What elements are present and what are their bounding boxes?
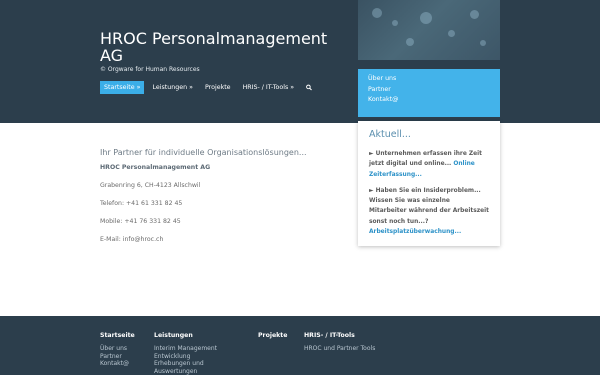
main-nav: Startseite » Leistungen » Projekte HRIS-… bbox=[100, 81, 316, 94]
footer-link[interactable]: Auswertungen bbox=[154, 368, 217, 375]
news-box: Aktuell... ► Unternehmen erfassen ihre Z… bbox=[358, 121, 500, 246]
nav-item-hris-tools[interactable]: HRIS- / IT-Tools » bbox=[239, 81, 299, 94]
footer-heading[interactable]: Projekte bbox=[258, 332, 287, 339]
news-item: ► Unternehmen erfassen ihre Zeit jetzt d… bbox=[369, 149, 489, 180]
news-title: Aktuell... bbox=[369, 129, 411, 140]
news-item: ► Haben Sie ein Insiderproblem... Wissen… bbox=[369, 186, 489, 237]
footer-link[interactable]: Über uns bbox=[100, 345, 135, 353]
footer-link[interactable]: HROC und Partner Tools bbox=[304, 345, 375, 353]
footer-link[interactable]: Partner bbox=[100, 353, 135, 361]
side-link-kontakt[interactable]: Kontakt@ bbox=[368, 95, 490, 106]
site-title[interactable]: HROC Personalmanagement AG bbox=[100, 30, 340, 64]
footer-heading[interactable]: Startseite bbox=[100, 332, 135, 339]
site-subtitle: © Orgware for Human Resources bbox=[100, 66, 200, 73]
phone-text: Telefon: +41 61 331 82 45 bbox=[100, 200, 183, 207]
search-button[interactable] bbox=[302, 81, 316, 94]
footer: Startseite Über uns Partner Kontakt@ Lei… bbox=[0, 316, 600, 375]
header: HROC Personalmanagement AG © Orgware for… bbox=[0, 0, 600, 123]
nav-item-startseite[interactable]: Startseite » bbox=[100, 81, 145, 94]
side-links-box: Über uns Partner Kontakt@ bbox=[358, 69, 500, 117]
mobile-text: Mobile: +41 76 331 82 45 bbox=[100, 218, 181, 225]
side-link-partner[interactable]: Partner bbox=[368, 85, 490, 96]
page-heading: Ihr Partner für individuelle Organisatio… bbox=[100, 148, 307, 157]
footer-link[interactable]: Entwicklung bbox=[154, 353, 217, 361]
search-icon bbox=[306, 84, 313, 91]
news-item-text: ► Haben Sie ein Insiderproblem... Wissen… bbox=[369, 187, 489, 225]
main-content: Ihr Partner für individuelle Organisatio… bbox=[100, 148, 350, 254]
hero-image bbox=[358, 0, 500, 60]
email-text: E-Mail: info@hroc.ch bbox=[100, 236, 164, 243]
footer-heading[interactable]: Leistungen bbox=[154, 332, 217, 339]
footer-col-hris-tools: HRIS- / IT-Tools HROC und Partner Tools bbox=[304, 332, 375, 353]
footer-col-startseite: Startseite Über uns Partner Kontakt@ bbox=[100, 332, 135, 368]
footer-link[interactable]: Erhebungen und bbox=[154, 360, 217, 368]
footer-link[interactable]: Interim Management bbox=[154, 345, 217, 353]
nav-item-leistungen[interactable]: Leistungen » bbox=[148, 81, 196, 94]
footer-col-projekte: Projekte bbox=[258, 332, 287, 345]
address-text: Grabenring 6, CH-4123 Allschwil bbox=[100, 182, 201, 189]
footer-col-leistungen: Leistungen Interim Management Entwicklun… bbox=[154, 332, 217, 375]
footer-link[interactable]: Kontakt@ bbox=[100, 360, 135, 368]
footer-heading[interactable]: HRIS- / IT-Tools bbox=[304, 332, 375, 339]
news-item-link[interactable]: Arbeitsplatzüberwachung... bbox=[369, 229, 461, 235]
side-link-ueber-uns[interactable]: Über uns bbox=[368, 74, 490, 85]
nav-item-projekte[interactable]: Projekte bbox=[201, 81, 235, 94]
company-name: HROC Personalmanagement AG bbox=[100, 164, 211, 171]
